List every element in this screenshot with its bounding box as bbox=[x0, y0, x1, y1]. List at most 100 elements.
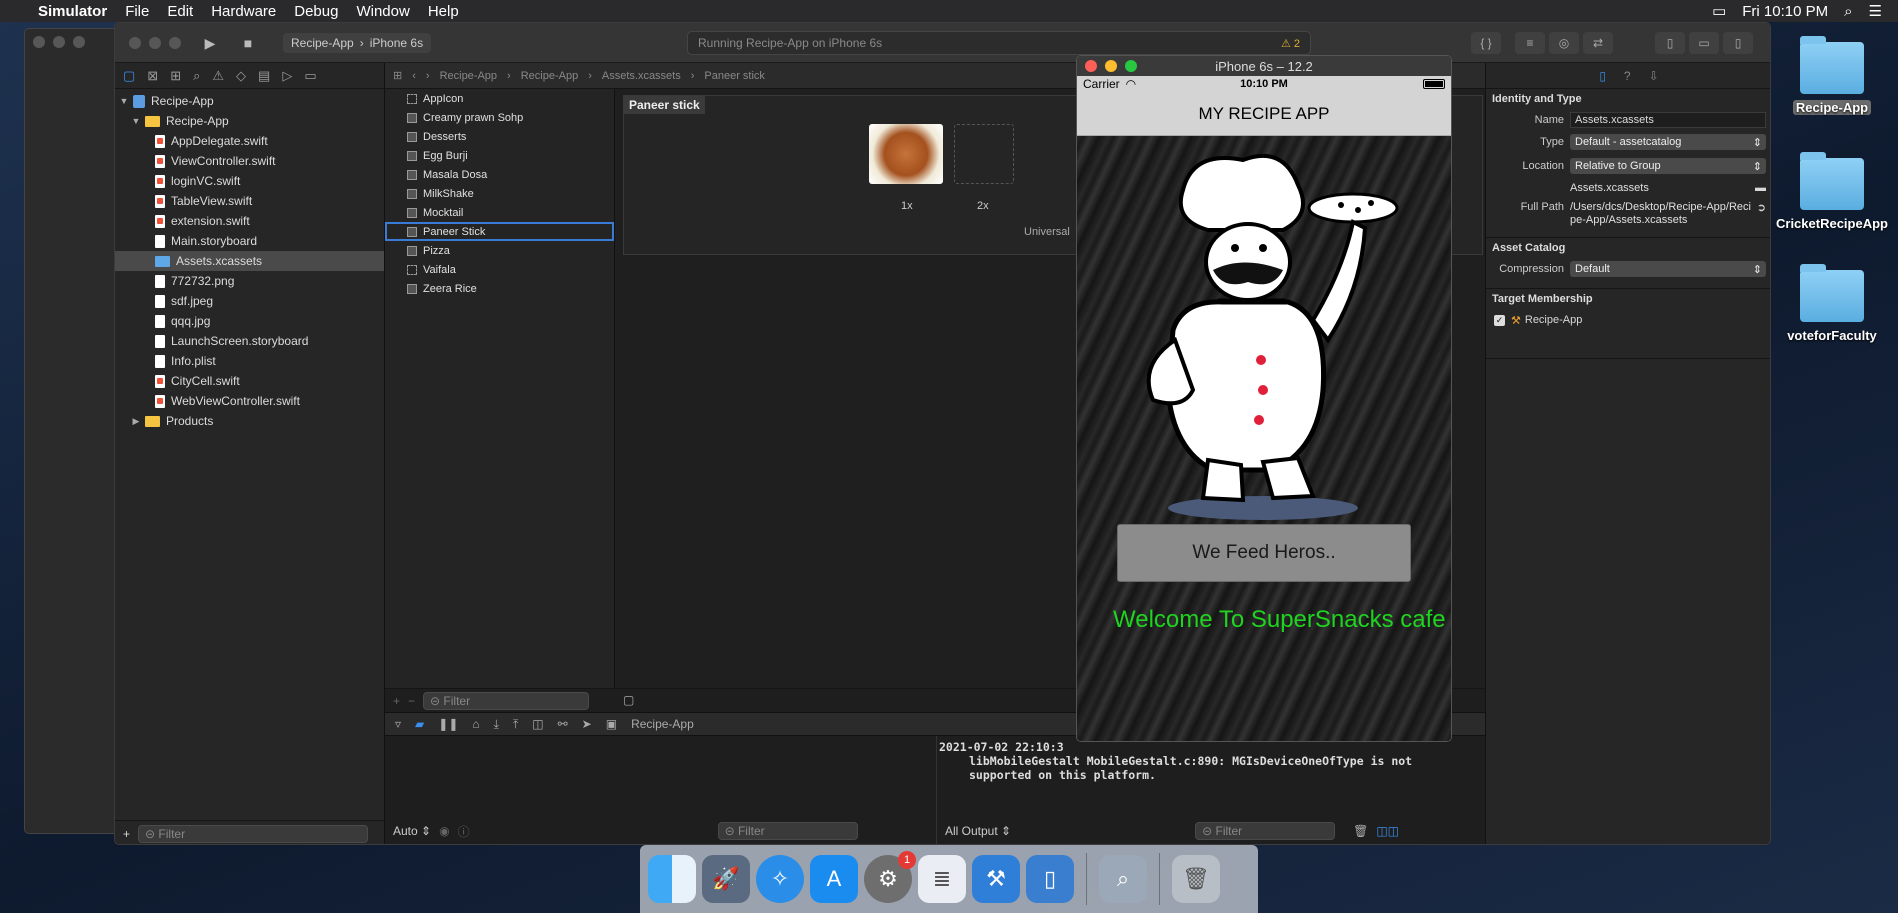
app-store-icon[interactable]: A bbox=[810, 855, 858, 903]
system-preferences-icon[interactable]: ⚙ 1 bbox=[864, 851, 916, 903]
asset-item-selected[interactable]: Paneer Stick bbox=[385, 222, 614, 241]
warning-count[interactable]: ⚠ 2 bbox=[1281, 37, 1300, 50]
version-editor-icon[interactable]: ⇄ bbox=[1583, 32, 1613, 54]
tree-row-file[interactable]: qqq.jpg bbox=[115, 311, 384, 331]
add-icon[interactable]: + bbox=[123, 827, 130, 841]
asset-item[interactable]: Desserts bbox=[385, 127, 614, 146]
minimize-icon[interactable] bbox=[1105, 60, 1117, 72]
toggle-debug-icon[interactable]: ▭ bbox=[1689, 32, 1719, 54]
toggle-navigator-icon[interactable]: ▯ bbox=[1655, 32, 1685, 54]
desktop-folder[interactable]: Recipe-App bbox=[1772, 36, 1892, 115]
preview-icon[interactable]: ⌕ bbox=[1099, 855, 1147, 903]
menu-edit[interactable]: Edit bbox=[167, 3, 193, 20]
menu-help[interactable]: Help bbox=[428, 3, 459, 20]
textedit-icon[interactable]: ≣ bbox=[918, 855, 966, 903]
stop-icon[interactable]: ■ bbox=[233, 32, 263, 54]
breadcrumb-item[interactable]: Assets.xcassets bbox=[602, 70, 681, 82]
compression-popup[interactable]: Default ⇕ bbox=[1570, 261, 1766, 277]
tree-row-file[interactable]: ViewController.swift bbox=[115, 151, 384, 171]
breadcrumb-item[interactable]: Recipe-App bbox=[440, 70, 497, 82]
breadcrumb-item[interactable]: Paneer stick bbox=[704, 70, 765, 82]
asset-filter-input[interactable]: ⊝ Filter bbox=[423, 691, 590, 710]
variables-filter-input[interactable]: ⊝ Filter bbox=[717, 822, 858, 840]
report-navigator-icon[interactable]: ▭ bbox=[304, 68, 316, 84]
image-slot-2x[interactable] bbox=[954, 124, 1014, 184]
add-asset-icon[interactable]: + bbox=[393, 694, 400, 708]
symbol-navigator-icon[interactable]: ⊞ bbox=[170, 68, 181, 84]
breadcrumb-item[interactable]: Recipe-App bbox=[521, 70, 578, 82]
file-inspector-icon[interactable]: ▯ bbox=[1599, 69, 1606, 83]
split-view-icon[interactable]: ◫◫ bbox=[1376, 824, 1399, 838]
library-icon[interactable]: { } bbox=[1471, 32, 1501, 54]
simulator-icon[interactable]: ▯ bbox=[1026, 855, 1074, 903]
tree-row-file[interactable]: 772732.png bbox=[115, 271, 384, 291]
show-slicing-icon[interactable]: ▢ bbox=[623, 693, 634, 707]
xcode-icon[interactable]: ⚒ bbox=[972, 855, 1020, 903]
step-in-icon[interactable]: ⤓ bbox=[494, 717, 499, 732]
asset-item[interactable]: Mocktail bbox=[385, 203, 614, 222]
attributes-inspector-icon[interactable]: ⇩ bbox=[1649, 69, 1659, 83]
tree-row-file[interactable]: AppDelegate.swift bbox=[115, 131, 384, 151]
forward-icon[interactable]: › bbox=[426, 70, 430, 82]
reveal-in-finder-icon[interactable]: ➲ bbox=[1757, 201, 1766, 214]
tree-row-group[interactable]: ▼ Recipe-App bbox=[115, 111, 384, 131]
breakpoint-navigator-icon[interactable]: ▷ bbox=[282, 68, 292, 84]
test-navigator-icon[interactable]: ◇ bbox=[236, 68, 246, 84]
step-over-icon[interactable]: ⌂ bbox=[472, 717, 479, 731]
tree-row-file[interactable]: TableView.swift bbox=[115, 191, 384, 211]
memory-graph-icon[interactable]: ⚯ bbox=[558, 717, 568, 731]
membership-checkbox[interactable]: ✓ bbox=[1494, 314, 1505, 326]
folder-navigator-icon[interactable]: ▢ bbox=[123, 68, 135, 84]
image-slot-1x[interactable] bbox=[869, 124, 943, 184]
tree-row-file-selected[interactable]: Assets.xcassets bbox=[115, 251, 384, 271]
tree-row-file[interactable]: Main.storyboard bbox=[115, 231, 384, 251]
quick-help-icon[interactable]: ? bbox=[1624, 69, 1631, 83]
trash-icon[interactable]: 🗑 bbox=[1172, 855, 1220, 903]
menu-file[interactable]: File bbox=[125, 3, 149, 20]
issue-navigator-icon[interactable]: ⚠ bbox=[212, 68, 224, 84]
launchpad-icon[interactable]: 🚀 bbox=[702, 855, 750, 903]
navigator-filter-input[interactable]: ⊝ Filter bbox=[138, 824, 369, 843]
hide-debug-icon[interactable]: ▿ bbox=[395, 717, 401, 731]
tree-row-file[interactable]: LaunchScreen.storyboard bbox=[115, 331, 384, 351]
tree-row-file[interactable]: WebViewController.swift bbox=[115, 391, 384, 411]
scheme-selector[interactable]: Recipe-App › iPhone 6s bbox=[283, 33, 432, 53]
name-field[interactable]: Assets.xcassets bbox=[1570, 112, 1766, 128]
menu-hardware[interactable]: Hardware bbox=[211, 3, 276, 20]
output-selector[interactable]: All Output ⇕ bbox=[945, 824, 1011, 838]
desktop-folder[interactable]: voteforFaculty bbox=[1772, 264, 1892, 343]
debug-navigator-icon[interactable]: ▤ bbox=[258, 68, 270, 84]
pause-icon[interactable]: ❚❚ bbox=[438, 717, 458, 731]
tree-row-group[interactable]: ▶ Products bbox=[115, 411, 384, 431]
console-filter-input[interactable]: ⊝ Filter bbox=[1195, 822, 1336, 840]
tree-row-file[interactable]: Info.plist bbox=[115, 351, 384, 371]
we-feed-heros-button[interactable]: We Feed Heros.. bbox=[1117, 524, 1411, 582]
tree-row-file[interactable]: CityCell.swift bbox=[115, 371, 384, 391]
asset-item[interactable]: Creamy prawn Sohp bbox=[385, 108, 614, 127]
menu-window[interactable]: Window bbox=[356, 3, 409, 20]
breakpoints-icon[interactable]: ▰ bbox=[415, 717, 424, 731]
safari-icon[interactable]: ✧ bbox=[756, 855, 804, 903]
standard-editor-icon[interactable]: ≡ bbox=[1515, 32, 1545, 54]
desktop-folder[interactable]: CricketRecipeApp bbox=[1772, 152, 1892, 231]
toggle-inspector-icon[interactable]: ▯ bbox=[1723, 32, 1753, 54]
back-icon[interactable]: ‹ bbox=[412, 70, 416, 82]
display-icon[interactable]: ▭ bbox=[1712, 2, 1726, 20]
choose-folder-icon[interactable]: ▬ bbox=[1755, 182, 1766, 194]
location-icon[interactable]: ➤ bbox=[582, 717, 592, 731]
eye-icon[interactable]: ◉ bbox=[439, 824, 449, 838]
remove-asset-icon[interactable]: − bbox=[408, 694, 415, 708]
tree-row-file[interactable]: extension.swift bbox=[115, 211, 384, 231]
asset-item[interactable]: AppIcon bbox=[385, 89, 614, 108]
menubar-clock[interactable]: Fri 10:10 PM bbox=[1742, 3, 1828, 20]
tree-row-project[interactable]: ▼ Recipe-App bbox=[115, 91, 384, 111]
asset-item[interactable]: Zeera Rice bbox=[385, 279, 614, 298]
asset-item[interactable]: Vaifala bbox=[385, 260, 614, 279]
type-popup[interactable]: Default - assetcatalog ⇕ bbox=[1570, 134, 1766, 150]
asset-item[interactable]: Masala Dosa bbox=[385, 165, 614, 184]
view-hierarchy-icon[interactable]: ◫ bbox=[532, 717, 543, 731]
auto-scope-selector[interactable]: Auto ⇕ bbox=[393, 824, 431, 838]
tree-row-file[interactable]: sdf.jpeg bbox=[115, 291, 384, 311]
close-icon[interactable] bbox=[1085, 60, 1097, 72]
related-items-icon[interactable]: ⊞ bbox=[393, 69, 402, 82]
